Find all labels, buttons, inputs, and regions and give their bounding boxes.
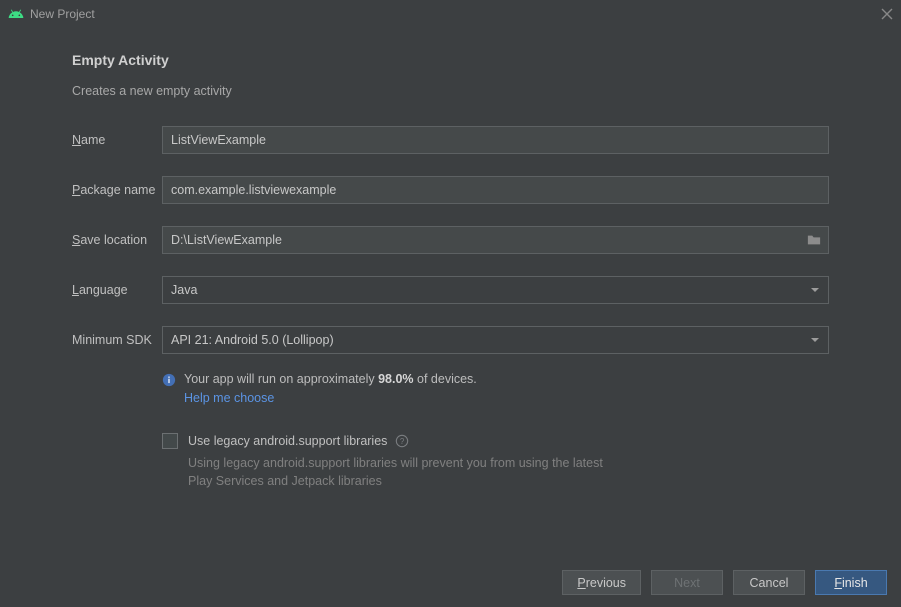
button-bar: Previous Next Cancel Finish [562,570,887,595]
chevron-down-icon [810,285,820,295]
android-icon [8,6,24,22]
compat-info: Your app will run on approximately 98.0%… [162,372,829,405]
finish-button[interactable]: Finish [815,570,887,595]
language-select[interactable]: Java [162,276,829,304]
previous-button[interactable]: Previous [562,570,641,595]
close-icon[interactable] [881,8,893,20]
minsdk-value: API 21: Android 5.0 (Lollipop) [171,333,334,347]
page-title: Empty Activity [72,52,829,68]
cancel-button[interactable]: Cancel [733,570,805,595]
compat-text: Your app will run on approximately 98.0%… [184,372,477,386]
name-input[interactable] [162,126,829,154]
minsdk-label: Minimum SDK [72,333,162,347]
language-value: Java [171,283,197,297]
help-icon[interactable]: ? [395,434,409,448]
name-label: Name [72,133,162,147]
info-icon [162,373,176,387]
chevron-down-icon [810,335,820,345]
legacy-libs-label: Use legacy android.support libraries ? [188,434,409,448]
save-location-input[interactable] [162,226,829,254]
save-location-label: Save location [72,233,162,247]
page-description: Creates a new empty activity [72,84,829,98]
titlebar: New Project [0,0,901,28]
package-label: Package name [72,183,162,197]
package-input[interactable] [162,176,829,204]
dialog-content: Empty Activity Creates a new empty activ… [0,28,901,490]
next-button: Next [651,570,723,595]
help-me-choose-link[interactable]: Help me choose [184,391,274,405]
legacy-libs-checkbox[interactable] [162,433,178,449]
language-label: Language [72,283,162,297]
window-title: New Project [30,7,95,21]
browse-folder-icon[interactable] [805,231,823,249]
legacy-libs-subtext: Using legacy android.support libraries w… [188,455,608,490]
minsdk-select[interactable]: API 21: Android 5.0 (Lollipop) [162,326,829,354]
svg-text:?: ? [400,437,405,446]
